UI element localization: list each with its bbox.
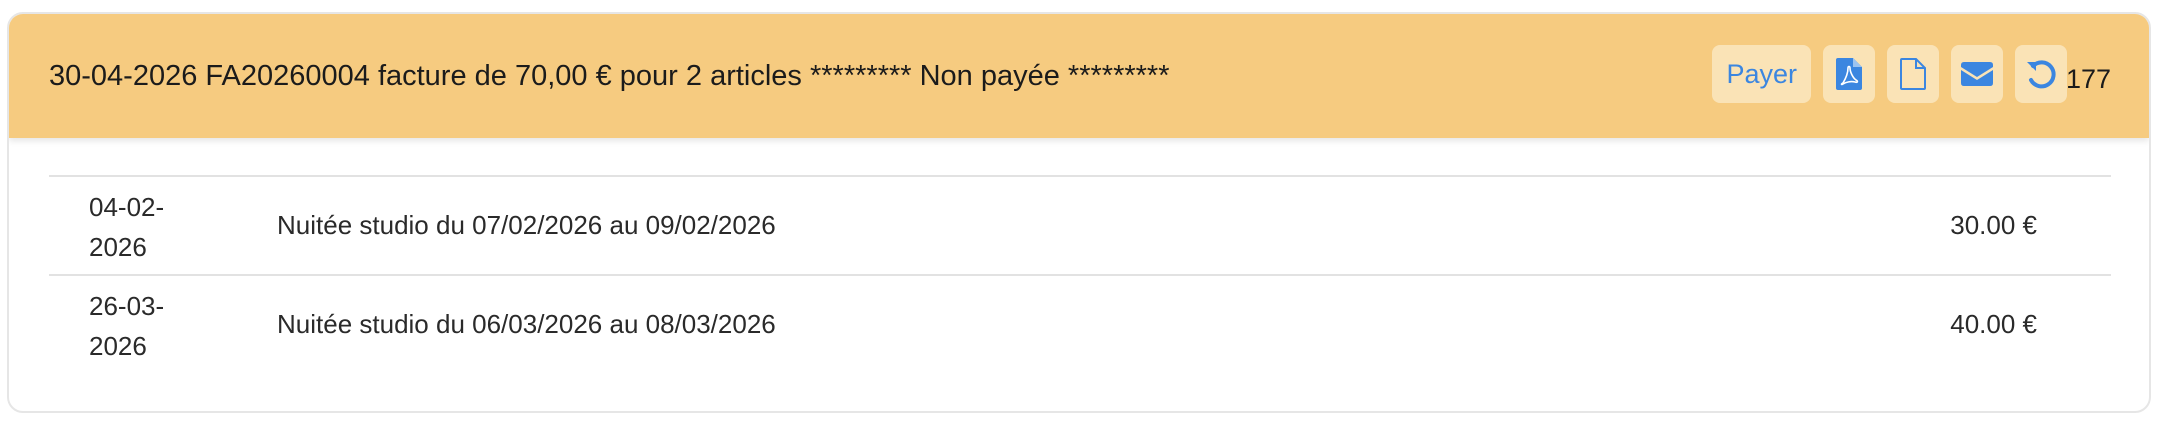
envelope-icon	[1961, 62, 1993, 86]
invoice-line-row: 04-02- 2026 Nuitée studio du 07/02/2026 …	[49, 177, 2111, 276]
invoice-line-row: 26-03- 2026 Nuitée studio du 06/03/2026 …	[49, 276, 2111, 373]
line-description: Nuitée studio du 07/02/2026 au 09/02/202…	[277, 210, 776, 240]
invoice-lines: 04-02- 2026 Nuitée studio du 07/02/2026 …	[49, 175, 2111, 373]
refresh-icon	[2025, 58, 2057, 90]
invoice-header: 30-04-2026 FA20260004 facture de 70,00 €…	[9, 14, 2149, 138]
line-date: 04-02- 2026	[89, 192, 165, 262]
pay-button[interactable]: Payer	[1712, 45, 1811, 103]
line-description: Nuitée studio du 06/03/2026 au 08/03/202…	[277, 309, 776, 339]
send-email-button[interactable]	[1951, 45, 2003, 103]
line-amount: 40.00 €	[1950, 309, 2037, 339]
download-pdf-button[interactable]	[1823, 45, 1875, 103]
line-amount: 30.00 €	[1950, 210, 2037, 240]
document-icon	[1900, 58, 1926, 90]
line-date: 26-03- 2026	[89, 291, 165, 361]
refresh-button[interactable]	[2015, 45, 2067, 103]
invoice-title: 30-04-2026 FA20260004 facture de 70,00 €…	[49, 60, 1170, 92]
invoice-card: 30-04-2026 FA20260004 facture de 70,00 €…	[7, 12, 2151, 413]
invoice-count: 177	[2065, 64, 2111, 94]
invoice-actions: Payer	[1712, 44, 2067, 104]
view-document-button[interactable]	[1887, 45, 1939, 103]
pdf-icon	[1836, 58, 1862, 90]
